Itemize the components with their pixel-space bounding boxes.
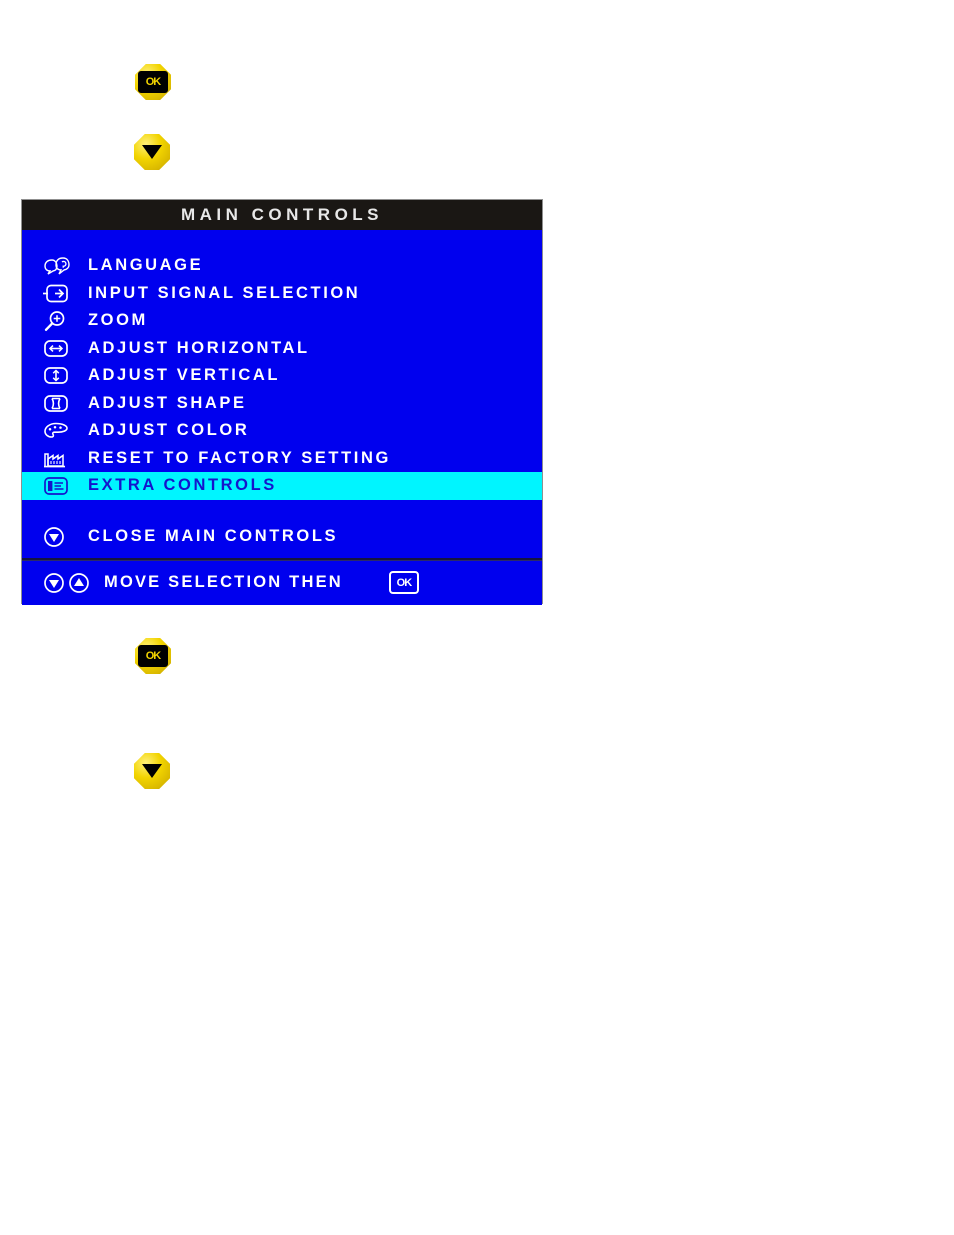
ok-button-bottom[interactable]: OK bbox=[135, 638, 171, 674]
input-signal-icon bbox=[42, 283, 88, 304]
osd-footer-section: MOVE SELECTION THEN OK bbox=[22, 559, 542, 605]
menu-item-input-signal-selection[interactable]: INPUT SIGNAL SELECTION bbox=[22, 280, 542, 308]
ok-label: OK bbox=[138, 71, 168, 93]
up-arrow-circle-icon bbox=[69, 572, 89, 593]
menu-item-label: ADJUST HORIZONTAL bbox=[88, 338, 310, 357]
ok-button-top[interactable]: OK bbox=[135, 64, 171, 100]
menu-item-label: ZOOM bbox=[88, 311, 148, 330]
down-button-bottom[interactable] bbox=[134, 753, 170, 789]
down-arrow-button-icon bbox=[134, 134, 170, 170]
osd-title-text: MAIN CONTROLS bbox=[180, 205, 384, 224]
ok-button-icon: OK bbox=[135, 64, 171, 100]
footer-ok-icon: OK bbox=[388, 571, 419, 594]
menu-item-label: CLOSE MAIN CONTROLS bbox=[88, 527, 339, 545]
adjust-horizontal-icon bbox=[42, 338, 88, 359]
down-arrow-circle-icon bbox=[42, 525, 88, 549]
menu-item-label: ADJUST VERTICAL bbox=[88, 366, 281, 385]
menu-item-label: EXTRA CONTROLS bbox=[88, 476, 277, 495]
menu-item-label: RESET TO FACTORY SETTING bbox=[88, 448, 391, 467]
menu-item-label: INPUT SIGNAL SELECTION bbox=[88, 283, 361, 302]
ok-button-icon: OK bbox=[135, 638, 171, 674]
menu-item-adjust-color[interactable]: ADJUST COLOR bbox=[22, 417, 542, 445]
language-icon bbox=[42, 256, 88, 276]
adjust-color-icon bbox=[42, 420, 88, 441]
menu-item-zoom[interactable]: ZOOM bbox=[22, 307, 542, 335]
ok-label: OK bbox=[138, 645, 168, 667]
down-arrow-circle-icon bbox=[44, 572, 64, 593]
adjust-vertical-icon bbox=[42, 365, 88, 386]
menu-item-reset-to-factory-setting[interactable]: RESET TO FACTORY SETTING bbox=[22, 445, 542, 473]
menu-item-close-main-controls[interactable]: CLOSE MAIN CONTROLS bbox=[22, 516, 542, 558]
menu-item-label: LANGUAGE bbox=[88, 256, 204, 275]
menu-item-adjust-vertical[interactable]: ADJUST VERTICAL bbox=[22, 362, 542, 390]
footer-hint-label: MOVE SELECTION THEN bbox=[104, 573, 343, 591]
menu-item-adjust-shape[interactable]: ADJUST SHAPE bbox=[22, 390, 542, 418]
reset-factory-icon bbox=[42, 448, 88, 469]
osd-title-bar: MAIN CONTROLS bbox=[22, 200, 542, 230]
extra-controls-icon bbox=[42, 475, 88, 496]
down-arrow-button-icon bbox=[134, 753, 170, 789]
osd-main-controls-panel: MAIN CONTROLS LANGUAGE INPUT SIGNAL SELE… bbox=[21, 199, 543, 605]
footer-hint-row: MOVE SELECTION THEN OK bbox=[22, 561, 542, 605]
adjust-shape-icon bbox=[42, 393, 88, 414]
menu-item-label: ADJUST SHAPE bbox=[88, 393, 247, 412]
menu-item-language[interactable]: LANGUAGE bbox=[22, 252, 542, 280]
menu-item-extra-controls[interactable]: EXTRA CONTROLS bbox=[22, 472, 542, 500]
osd-close-section: CLOSE MAIN CONTROLS bbox=[22, 516, 542, 560]
osd-menu-list: LANGUAGE INPUT SIGNAL SELECTION ZOOM ADJ… bbox=[22, 230, 542, 605]
footer-arrow-icons bbox=[42, 571, 104, 595]
zoom-icon bbox=[42, 310, 88, 332]
down-button-top[interactable] bbox=[134, 134, 170, 170]
menu-item-adjust-horizontal[interactable]: ADJUST HORIZONTAL bbox=[22, 335, 542, 363]
menu-item-label: ADJUST COLOR bbox=[88, 421, 250, 440]
